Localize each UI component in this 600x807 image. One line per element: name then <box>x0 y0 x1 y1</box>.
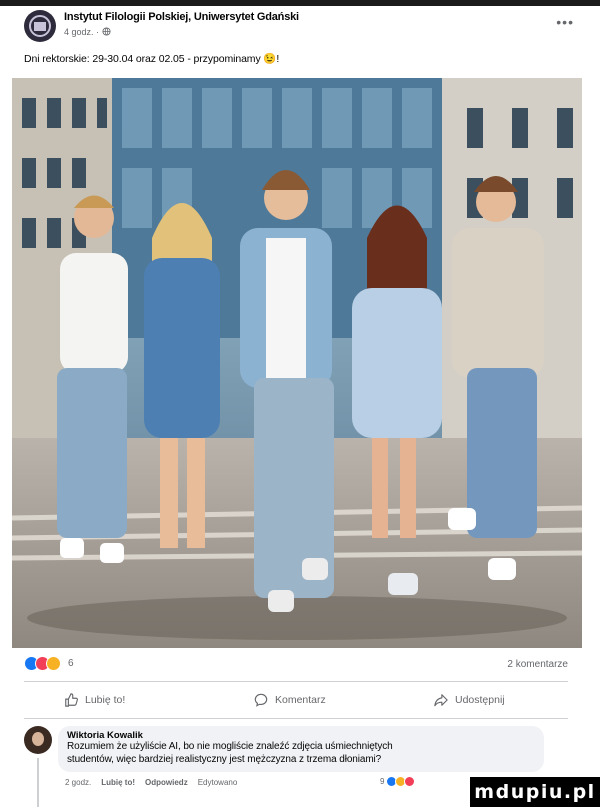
comment-time[interactable]: 2 godz. <box>65 778 91 787</box>
more-options-icon[interactable]: ••• <box>556 14 574 30</box>
comment-text-line-1: Rozumiem że użyliście AI, bo nie mogliśc… <box>67 741 393 752</box>
haha-reaction-icon <box>46 656 61 671</box>
comment-reply-link[interactable]: Odpowiedz <box>145 778 188 787</box>
comment-icon <box>254 693 268 707</box>
like-label: Lubię to! <box>85 694 126 706</box>
comment-reactions[interactable]: 9 <box>380 776 416 787</box>
divider <box>24 718 568 719</box>
thumbs-up-icon <box>65 693 78 707</box>
post-time[interactable]: 4 godz. <box>64 27 94 37</box>
comment-edited-label: Edytowano <box>197 778 238 787</box>
comment-author[interactable]: Wiktoria Kowalik <box>67 730 535 741</box>
avatar-face <box>32 732 44 746</box>
comment-like-link[interactable]: Lubię to! <box>101 778 135 787</box>
post-caption: Dni rektorskie: 29-30.04 oraz 02.05 - pr… <box>24 53 280 65</box>
comment-text-line-2: studentów, więc bardziej realistyczny je… <box>67 753 382 765</box>
comment-label: Komentarz <box>275 694 326 706</box>
post-author[interactable]: Instytut Filologii Polskiej, Uniwersytet… <box>64 11 299 23</box>
share-label: Udostępnij <box>455 694 505 706</box>
comments-count[interactable]: 2 komentarze <box>507 659 568 670</box>
post-header: Instytut Filologii Polskiej, Uniwersytet… <box>24 10 580 46</box>
avatar-logo-building <box>34 22 46 31</box>
top-bar <box>0 0 600 6</box>
share-button[interactable]: Udostępnij <box>434 688 505 712</box>
facebook-post-card: Instytut Filologii Polskiej, Uniwersytet… <box>0 0 600 807</box>
share-icon <box>434 694 448 707</box>
comment-actions: 2 godz. Lubię to! Odpowiedz Edytowano <box>65 778 237 787</box>
post-photo[interactable] <box>12 78 582 648</box>
comment-reaction-count: 9 <box>380 777 385 786</box>
page-avatar[interactable] <box>24 10 56 42</box>
globe-icon <box>101 27 111 36</box>
post-meta: 4 godz. · <box>64 27 111 37</box>
reaction-count: 6 <box>68 658 74 669</box>
like-button[interactable]: Lubię to! <box>64 688 125 712</box>
commenter-avatar[interactable] <box>24 726 52 754</box>
comment-bubble: Wiktoria Kowalik Rozumiem że użyliście A… <box>58 726 544 772</box>
comment-thread-line <box>37 758 39 807</box>
post-actions: Lubię to! Komentarz Udostępnij <box>24 688 568 712</box>
divider <box>24 681 568 682</box>
watermark: mdupiu.pl <box>470 777 600 807</box>
love-reaction-icon <box>404 776 416 787</box>
photo-illustration <box>12 78 582 648</box>
comment-button[interactable]: Komentarz <box>254 688 326 712</box>
